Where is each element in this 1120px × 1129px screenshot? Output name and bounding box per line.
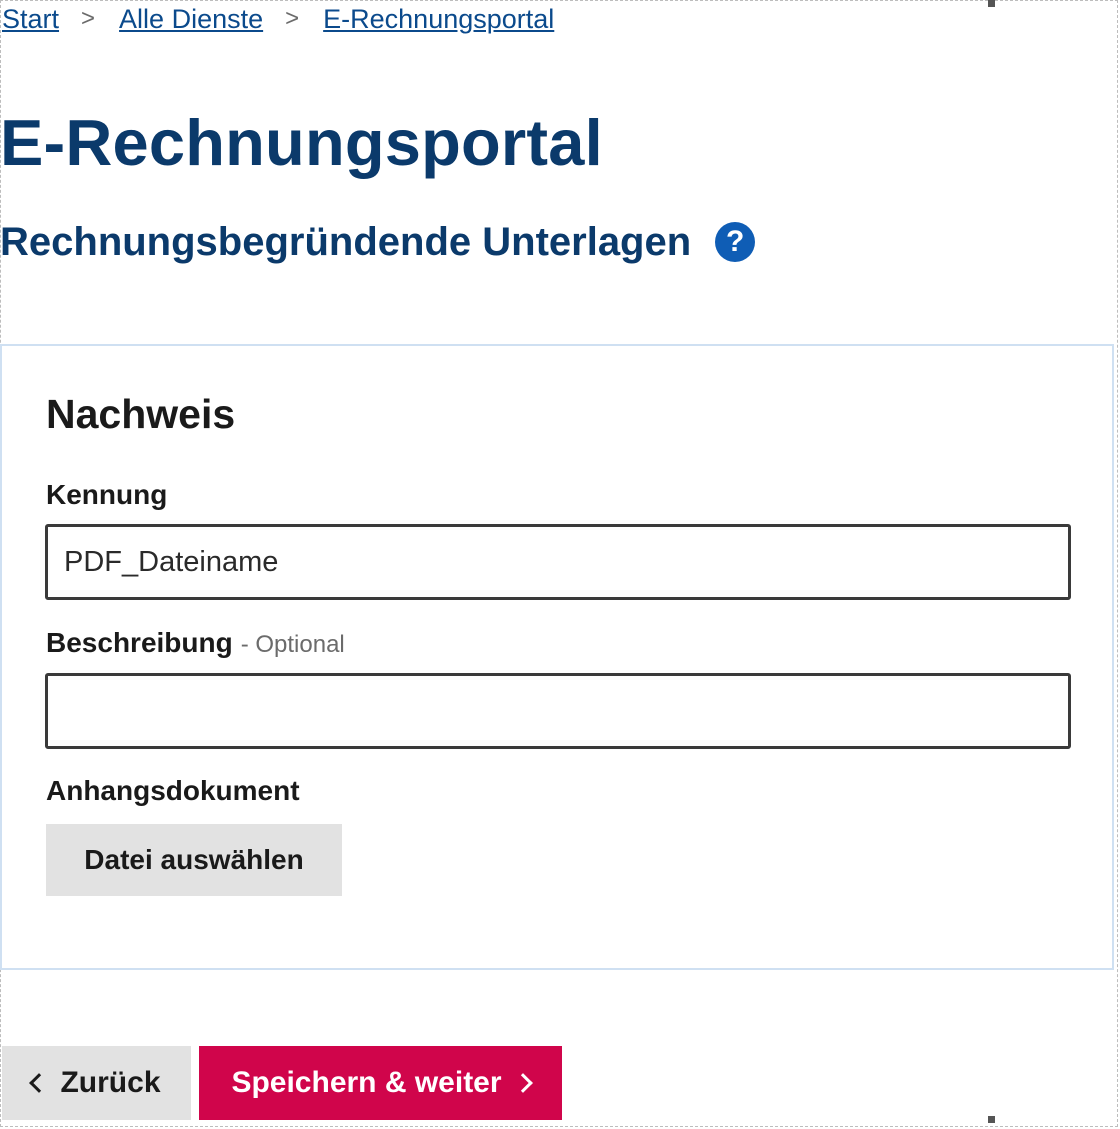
resize-handle-bottom: [988, 1116, 995, 1123]
breadcrumb-link-alle-dienste[interactable]: Alle Dienste: [119, 2, 263, 36]
section-heading: Rechnungsbegründende Unterlagen ?: [0, 214, 756, 270]
kennung-input[interactable]: [45, 524, 1071, 600]
file-select-button[interactable]: Datei auswählen: [46, 824, 342, 896]
card-title: Nachweis: [46, 391, 236, 437]
chevron-right-icon: [512, 1073, 533, 1093]
breadcrumb-separator: >: [285, 5, 300, 32]
resize-handle-top: [988, 0, 995, 7]
optional-hint: - Optional: [240, 631, 345, 658]
save-and-continue-label: Speichern & weiter: [231, 1066, 502, 1099]
save-and-continue-button[interactable]: Speichern & weiter: [199, 1046, 562, 1120]
anhangsdokument-label: Anhangsdokument: [46, 775, 300, 806]
back-button[interactable]: Zurück: [2, 1046, 191, 1120]
beschreibung-input[interactable]: [45, 673, 1071, 749]
breadcrumb-link-e-rechnungsportal[interactable]: E-Rechnungsportal: [323, 2, 554, 36]
question-circle-icon[interactable]: ?: [715, 222, 756, 262]
kennung-label: Kennung: [46, 479, 168, 510]
beschreibung-label: Beschreibung - Optional: [46, 626, 345, 662]
breadcrumb-separator: >: [81, 5, 96, 32]
chevron-left-icon: [29, 1073, 50, 1093]
breadcrumb: Start > Alle Dienste > E-Rechnungsportal: [2, 2, 554, 36]
page-title: E-Rechnungsportal: [0, 106, 603, 179]
nachweis-card: Nachweis Kennung Beschreibung- Optional …: [0, 344, 1114, 970]
breadcrumb-link-start[interactable]: Start: [2, 2, 59, 36]
beschreibung-label-text: Beschreibung: [46, 627, 233, 658]
section-heading-text: Rechnungsbegründende Unterlagen: [0, 220, 692, 264]
back-button-label: Zurück: [60, 1066, 161, 1099]
